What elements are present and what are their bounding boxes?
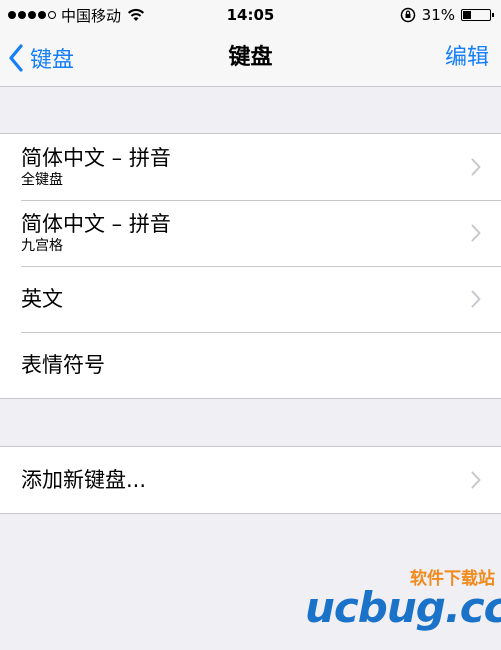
keyboard-item-subtitle: 九宫格 bbox=[21, 238, 63, 254]
page-title: 键盘 bbox=[228, 45, 273, 70]
add-keyboard-group: 添加新键盘... bbox=[0, 446, 501, 514]
battery-percentage: 31% bbox=[421, 6, 455, 24]
watermark-logo: ucbug.cc bbox=[305, 583, 501, 632]
navigation-bar: 键盘 键盘 编辑 bbox=[0, 30, 501, 87]
keyboard-item-title: 简体中文 – 拼音 bbox=[21, 212, 171, 236]
keyboard-item-title: 英文 bbox=[21, 287, 63, 311]
keyboard-item-pinyin-qwerty[interactable]: 简体中文 – 拼音 全键盘 bbox=[0, 134, 501, 200]
chevron-right-icon bbox=[471, 290, 481, 308]
keyboard-item-pinyin-9key[interactable]: 简体中文 – 拼音 九宫格 bbox=[0, 200, 501, 266]
chevron-right-icon bbox=[471, 224, 481, 242]
keyboard-item-emoji[interactable]: 表情符号 bbox=[0, 332, 501, 398]
wifi-icon bbox=[128, 8, 145, 21]
keyboard-item-subtitle: 全键盘 bbox=[21, 172, 63, 188]
rotation-lock-icon bbox=[400, 7, 415, 23]
keyboard-item-title: 简体中文 – 拼音 bbox=[21, 146, 171, 170]
chevron-right-icon bbox=[471, 158, 481, 176]
keyboard-item-title: 表情符号 bbox=[21, 353, 105, 377]
carrier-name: 中国移动 bbox=[61, 6, 122, 25]
status-bar: 中国移动 14:05 31% bbox=[0, 0, 501, 30]
chevron-right-icon bbox=[471, 471, 481, 489]
keyboard-item-english[interactable]: 英文 bbox=[0, 266, 501, 332]
edit-button[interactable]: 编辑 bbox=[445, 30, 489, 86]
battery-icon bbox=[461, 9, 494, 21]
add-keyboard-label: 添加新键盘... bbox=[21, 468, 147, 492]
signal-strength-icon bbox=[8, 11, 56, 19]
site-watermark: 软件下载站 ucbug.cc bbox=[305, 562, 501, 632]
add-keyboard-button[interactable]: 添加新键盘... bbox=[0, 447, 501, 513]
keyboard-list: 简体中文 – 拼音 全键盘 简体中文 – 拼音 九宫格 英文 表情符号 bbox=[0, 133, 501, 399]
